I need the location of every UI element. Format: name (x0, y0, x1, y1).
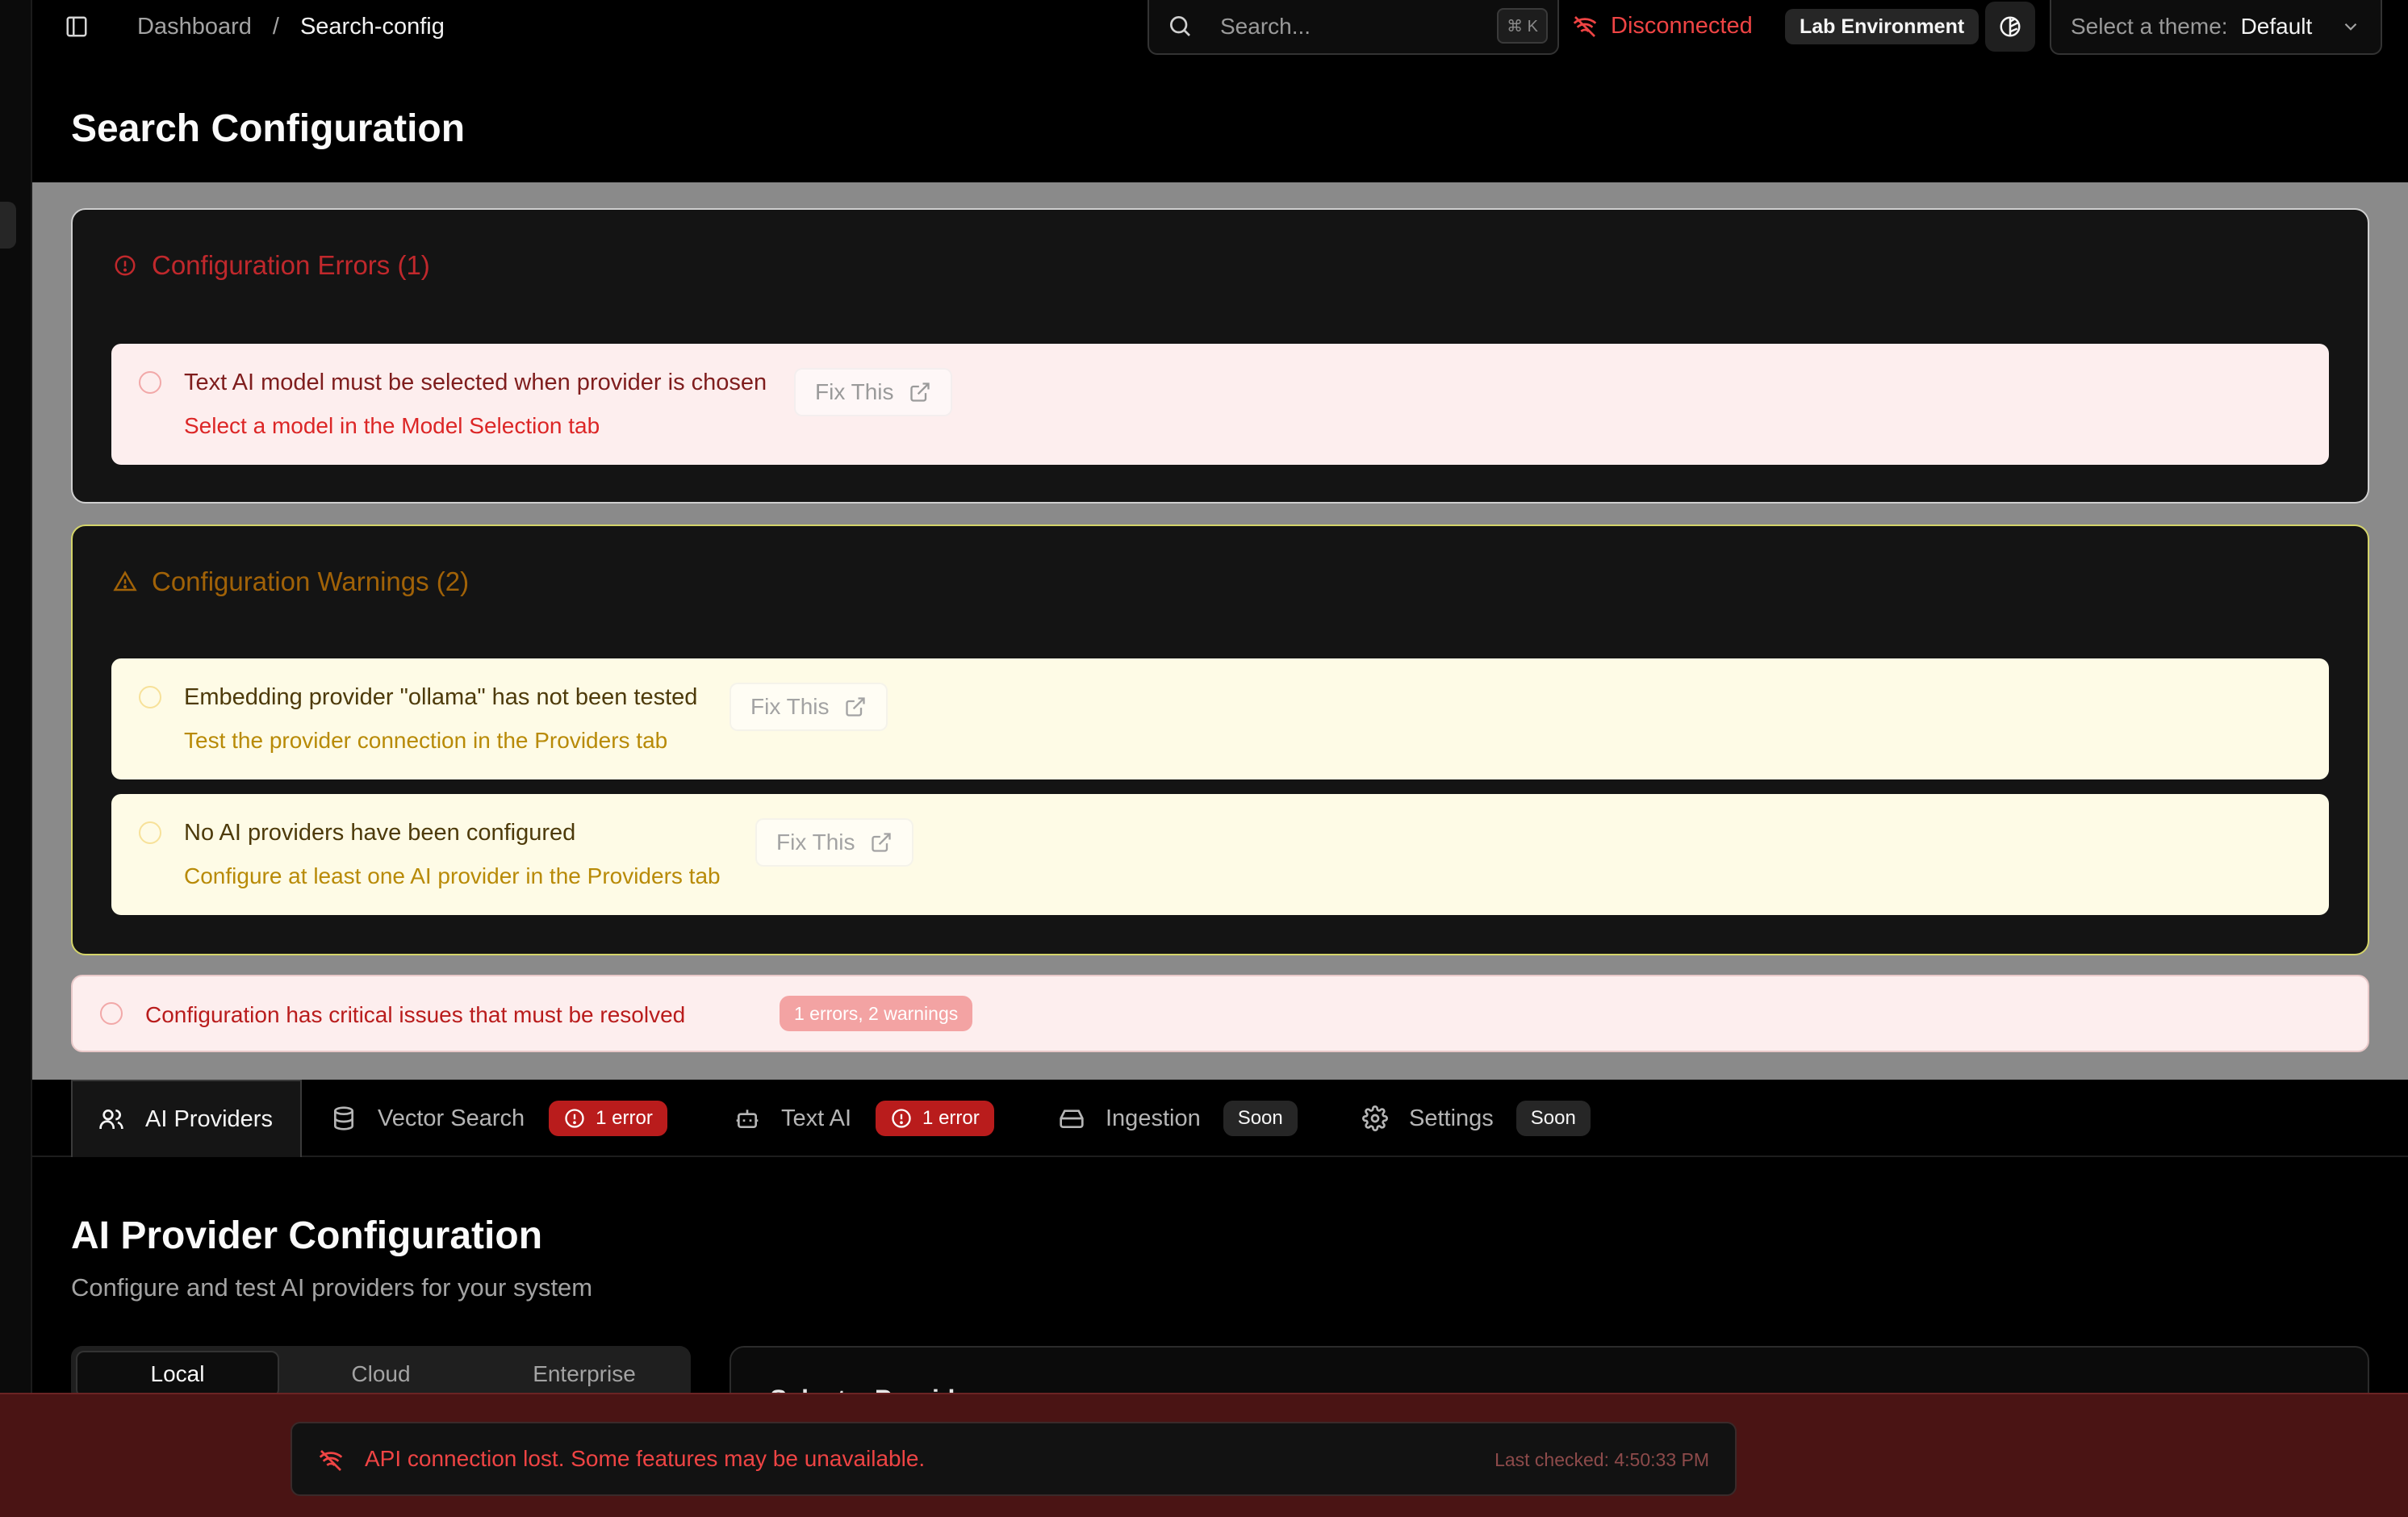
theme-select-value: Default (2240, 14, 2313, 39)
wifi-off-icon (1572, 14, 1598, 40)
contrast-icon (1998, 15, 2022, 39)
connection-status-text: Disconnected (1611, 13, 1753, 39)
hard-drive-icon (1059, 1105, 1085, 1131)
bot-icon (734, 1105, 760, 1131)
tab-label: AI Providers (145, 1105, 273, 1132)
alert-circle-icon (890, 1107, 913, 1130)
breadcrumb-dashboard[interactable]: Dashboard (137, 14, 252, 40)
users-icon (98, 1106, 124, 1132)
tab-error-badge-text: 1 error (596, 1107, 653, 1129)
errors-card: Configuration Errors (1) Text AI model m… (71, 208, 2369, 504)
top-bar: Dashboard / Search-config Search... ⌘ K … (32, 0, 2408, 55)
environment-badge: Lab Environment (1785, 9, 1979, 44)
warning-item-description: Configure at least one AI provider in th… (184, 863, 721, 888)
warning-item-title: Embedding provider "ollama" has not been… (184, 684, 698, 710)
warning-indicator-icon (139, 821, 161, 844)
error-item-description: Select a model in the Model Selection ta… (184, 413, 600, 438)
alert-triangle-icon (113, 570, 137, 594)
search-placeholder: Search... (1220, 14, 1311, 39)
fix-this-label: Fix This (776, 830, 855, 855)
tab-soon-badge: Soon (1223, 1101, 1298, 1136)
tab-label: Ingestion (1106, 1105, 1201, 1131)
tab-ai-providers[interactable]: AI Providers (71, 1080, 302, 1157)
summary-count-badge: 1 errors, 2 warnings (780, 996, 973, 1031)
theme-toggle-button[interactable] (1985, 2, 2035, 52)
left-rail (0, 0, 32, 1517)
connection-lost-banner: API connection lost. Some features may b… (0, 1393, 2408, 1517)
breadcrumb-current: Search-config (299, 13, 445, 40)
alert-circle-icon (563, 1107, 586, 1130)
theme-select[interactable]: Select a theme: Default (2050, 0, 2382, 55)
tab-ingestion[interactable]: Ingestion Soon (1059, 1080, 1298, 1157)
warning-item-title: No AI providers have been configured (184, 820, 576, 846)
connection-status: Disconnected (1572, 13, 1753, 40)
fix-this-button[interactable]: Fix This (794, 368, 952, 416)
config-tabs: AI Providers Vector Search 1 error Text … (32, 1080, 2408, 1157)
error-indicator-icon (139, 371, 161, 394)
warning-item: Embedding provider "ollama" has not been… (111, 658, 2329, 779)
tab-label: Vector Search (378, 1105, 525, 1131)
search-shortcut: ⌘ K (1497, 8, 1548, 44)
gear-icon (1362, 1105, 1388, 1131)
alert-circle-icon (113, 253, 137, 278)
section-title: AI Provider Configuration (71, 1214, 543, 1257)
warning-indicator-icon (139, 686, 161, 708)
fix-this-label: Fix This (815, 379, 894, 404)
external-link-icon (844, 696, 867, 718)
sidebar-toggle-button[interactable] (61, 11, 92, 42)
errors-heading-text: Configuration Errors (1) (152, 250, 430, 280)
wifi-off-icon (318, 1448, 344, 1473)
fix-this-button[interactable]: Fix This (755, 818, 913, 867)
theme-select-label: Select a theme: (2071, 14, 2228, 39)
tab-text-ai[interactable]: Text AI 1 error (734, 1080, 994, 1157)
warnings-heading-text: Configuration Warnings (2) (152, 566, 470, 596)
external-link-icon (870, 831, 893, 854)
breadcrumb-separator: / (272, 13, 279, 40)
warnings-heading: Configuration Warnings (2) (113, 566, 469, 597)
warning-item-description: Test the provider connection in the Prov… (184, 728, 668, 753)
error-item-title: Text AI model must be selected when prov… (184, 370, 767, 395)
panel-left-icon (65, 15, 89, 39)
issues-summary-alert: Configuration has critical issues that m… (71, 975, 2369, 1052)
connection-toast-message: API connection lost. Some features may b… (365, 1446, 926, 1471)
summary-text: Configuration has critical issues that m… (145, 1002, 686, 1027)
fix-this-label: Fix This (750, 694, 830, 719)
segment-enterprise[interactable]: Enterprise (483, 1351, 686, 1398)
connection-toast-timestamp: Last checked: 4:50:33 PM (1495, 1449, 1709, 1470)
warnings-card: Configuration Warnings (2) Embedding pro… (71, 524, 2369, 955)
segment-cloud[interactable]: Cloud (279, 1351, 483, 1398)
chevron-down-icon (2340, 16, 2361, 37)
tab-error-badge: 1 error (876, 1101, 994, 1136)
tab-label: Text AI (781, 1105, 852, 1131)
summary-indicator-icon (100, 1002, 123, 1025)
tab-soon-badge: Soon (1515, 1101, 1591, 1136)
tab-label: Settings (1409, 1105, 1494, 1131)
connection-toast: API connection lost. Some features may b… (291, 1422, 1737, 1496)
breadcrumb: Dashboard / Search-config (137, 11, 445, 42)
tab-vector-search[interactable]: Vector Search 1 error (331, 1080, 667, 1157)
external-link-icon (909, 381, 931, 403)
fix-this-button[interactable]: Fix This (730, 683, 888, 731)
tab-settings[interactable]: Settings Soon (1362, 1080, 1591, 1157)
error-item: Text AI model must be selected when prov… (111, 344, 2329, 465)
page-title: Search Configuration (71, 107, 466, 150)
segment-local[interactable]: Local (76, 1351, 279, 1398)
rail-handle[interactable] (0, 202, 16, 249)
search-input[interactable]: Search... ⌘ K (1148, 0, 1559, 55)
errors-heading: Configuration Errors (1) (113, 250, 430, 281)
search-icon (1167, 13, 1193, 39)
tab-error-badge-text: 1 error (922, 1107, 980, 1129)
tab-error-badge: 1 error (549, 1101, 667, 1136)
database-icon (331, 1105, 357, 1131)
warning-item: No AI providers have been configured Con… (111, 794, 2329, 915)
section-subtitle: Configure and test AI providers for your… (71, 1273, 593, 1302)
